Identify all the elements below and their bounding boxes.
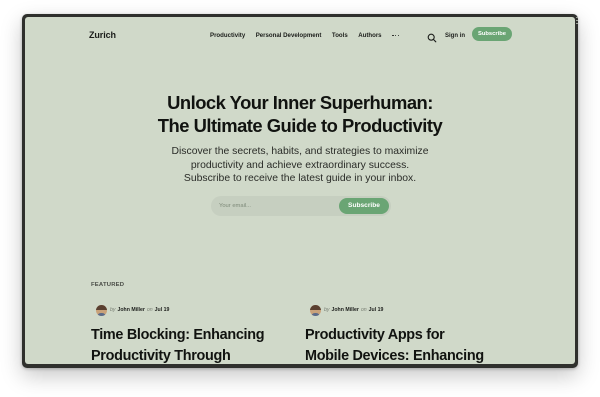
featured-label: FEATURED	[91, 282, 125, 288]
menu-item-tools[interactable]: Tools	[332, 32, 348, 39]
post-title[interactable]: Productivity Apps for Mobile Devices: En…	[305, 325, 535, 364]
email-input[interactable]	[219, 199, 329, 213]
hero-subtitle-line-3: Subscribe to receive the latest guide in…	[183, 173, 417, 184]
on-label: on	[146, 307, 153, 313]
post-title-line-2[interactable]: Mobile Devices: Enhancing	[305, 346, 535, 364]
hero-subtitle: Discover the secrets, habits, and strate…	[25, 145, 575, 186]
post-title[interactable]: Time Blocking: Enhancing Productivity Th…	[91, 325, 321, 364]
featured-post-card[interactable]: by John Miller on Jul 19 Time Blocking: …	[91, 304, 321, 364]
hero-title-line-2: The Ultimate Guide to Productivity	[157, 115, 443, 136]
avatar[interactable]	[310, 304, 321, 316]
hero-title-line-1: Unlock Your Inner Superhuman:	[167, 92, 433, 113]
hero-subtitle-line-2: productivity and achieve extraordinary s…	[190, 159, 410, 171]
post-date: Jul 19	[368, 307, 384, 313]
page-viewport[interactable]: Zurich Productivity Personal Development…	[25, 17, 575, 364]
post-date: Jul 19	[154, 307, 170, 313]
menu-item-productivity[interactable]: Productivity	[210, 32, 245, 39]
subscribe-button[interactable]: Subscribe	[472, 27, 512, 41]
author-link[interactable]: John Miller	[331, 307, 358, 313]
post-title-line-1[interactable]: Productivity Apps for	[305, 325, 535, 346]
featured-post-card[interactable]: by John Miller on Jul 19 Productivity Ap…	[305, 304, 535, 364]
post-meta: by John Miller on Jul 19	[96, 304, 321, 316]
site-header: Zurich Productivity Personal Development…	[25, 17, 575, 55]
signin-link[interactable]: Sign in	[445, 33, 465, 39]
by-label: by	[110, 307, 116, 313]
subscribe-form: Subscribe	[211, 196, 391, 216]
author-link[interactable]: John Miller	[117, 307, 144, 313]
post-meta: by John Miller on Jul 19	[310, 304, 535, 316]
scroll-indicator[interactable]	[576, 17, 578, 26]
hero-subtitle-line-1: Discover the secrets, habits, and strate…	[171, 146, 429, 157]
by-label: by	[324, 307, 330, 313]
menu-item-authors[interactable]: Authors	[358, 32, 381, 39]
more-horizontal-icon[interactable]	[392, 32, 400, 39]
site-logo[interactable]: Zurich	[89, 30, 116, 40]
hero-title: Unlock Your Inner Superhuman: The Ultima…	[25, 91, 575, 137]
on-label: on	[360, 307, 367, 313]
subscribe-form-button[interactable]: Subscribe	[339, 198, 389, 214]
search-icon[interactable]	[427, 30, 437, 43]
post-title-line-1[interactable]: Time Blocking: Enhancing	[91, 325, 321, 346]
browser-window: Zurich Productivity Personal Development…	[22, 14, 578, 368]
post-title-line-2[interactable]: Productivity Through	[91, 346, 321, 364]
avatar[interactable]	[96, 304, 107, 316]
menu-item-personal-development[interactable]: Personal Development	[256, 32, 322, 39]
main-menu: Productivity Personal Development Tools …	[210, 32, 400, 39]
